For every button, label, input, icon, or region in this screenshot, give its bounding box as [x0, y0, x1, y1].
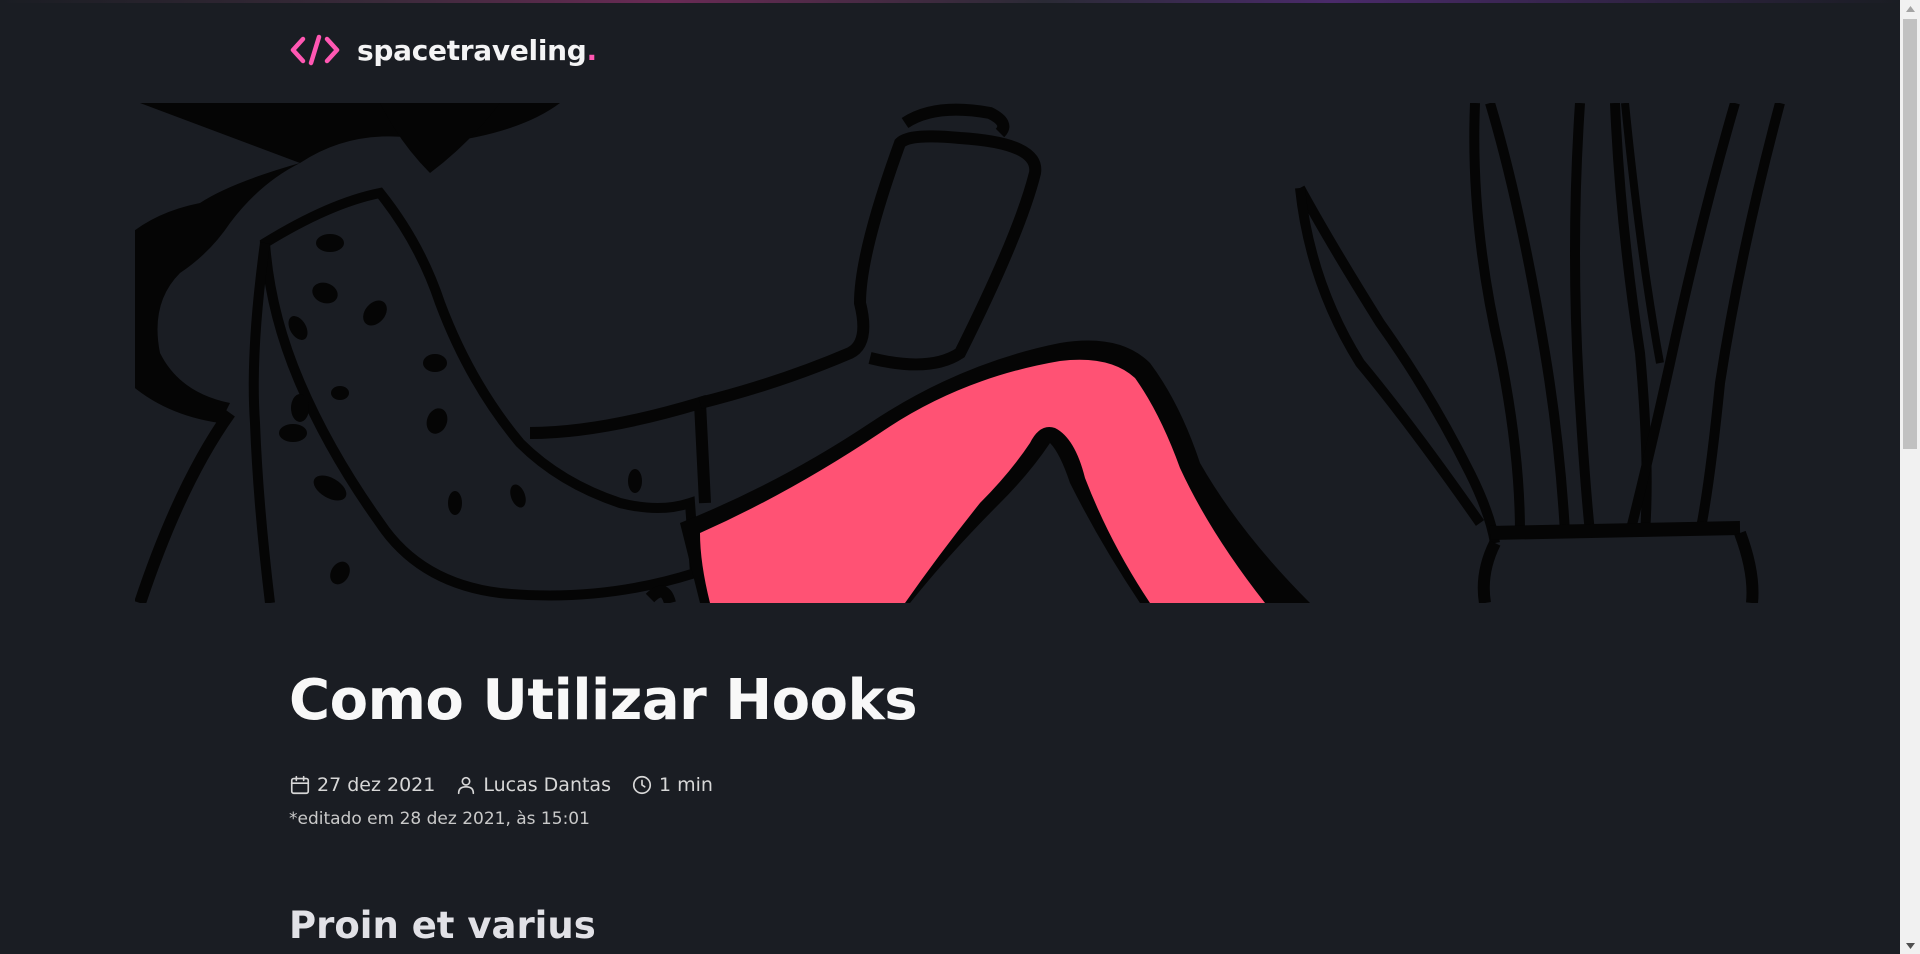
post-reading-time: 1 min — [631, 774, 713, 796]
vertical-scrollbar[interactable] — [1900, 0, 1920, 954]
brand-name: spacetraveling — [357, 33, 587, 67]
post-author-text: Lucas Dantas — [483, 774, 611, 796]
section-heading: Proin et varius — [289, 904, 596, 947]
post-title: Como Utilizar Hooks — [289, 668, 918, 733]
code-brackets-icon — [290, 34, 340, 66]
user-icon — [458, 776, 475, 795]
post-article: Como Utilizar Hooks 27 dez 2021 Lucas Da… — [289, 665, 1289, 829]
clock-icon — [632, 775, 652, 795]
post-banner-image — [0, 103, 1900, 603]
brand-dot: . — [586, 33, 598, 67]
site-header: spacetraveling. — [289, 30, 597, 70]
home-link[interactable]: spacetraveling. — [289, 33, 597, 67]
post-date: 27 dez 2021 — [289, 774, 435, 796]
scroll-up-icon[interactable] — [1900, 0, 1920, 17]
scroll-thumb[interactable] — [1903, 19, 1917, 449]
post-meta: 27 dez 2021 Lucas Dantas 1 min — [289, 771, 1289, 799]
post-author: Lucas Dantas — [455, 774, 611, 796]
post-date-text: 27 dez 2021 — [317, 774, 436, 796]
calendar-icon — [290, 775, 310, 795]
scroll-down-icon[interactable] — [1900, 937, 1920, 954]
post-edited-note: *editado em 28 dez 2021, às 15:01 — [289, 809, 590, 829]
post-reading-time-text: 1 min — [658, 774, 713, 796]
top-gradient-line — [0, 0, 1900, 3]
page: spacetraveling. Como Utilizar Hooks 27 d… — [0, 0, 1900, 954]
